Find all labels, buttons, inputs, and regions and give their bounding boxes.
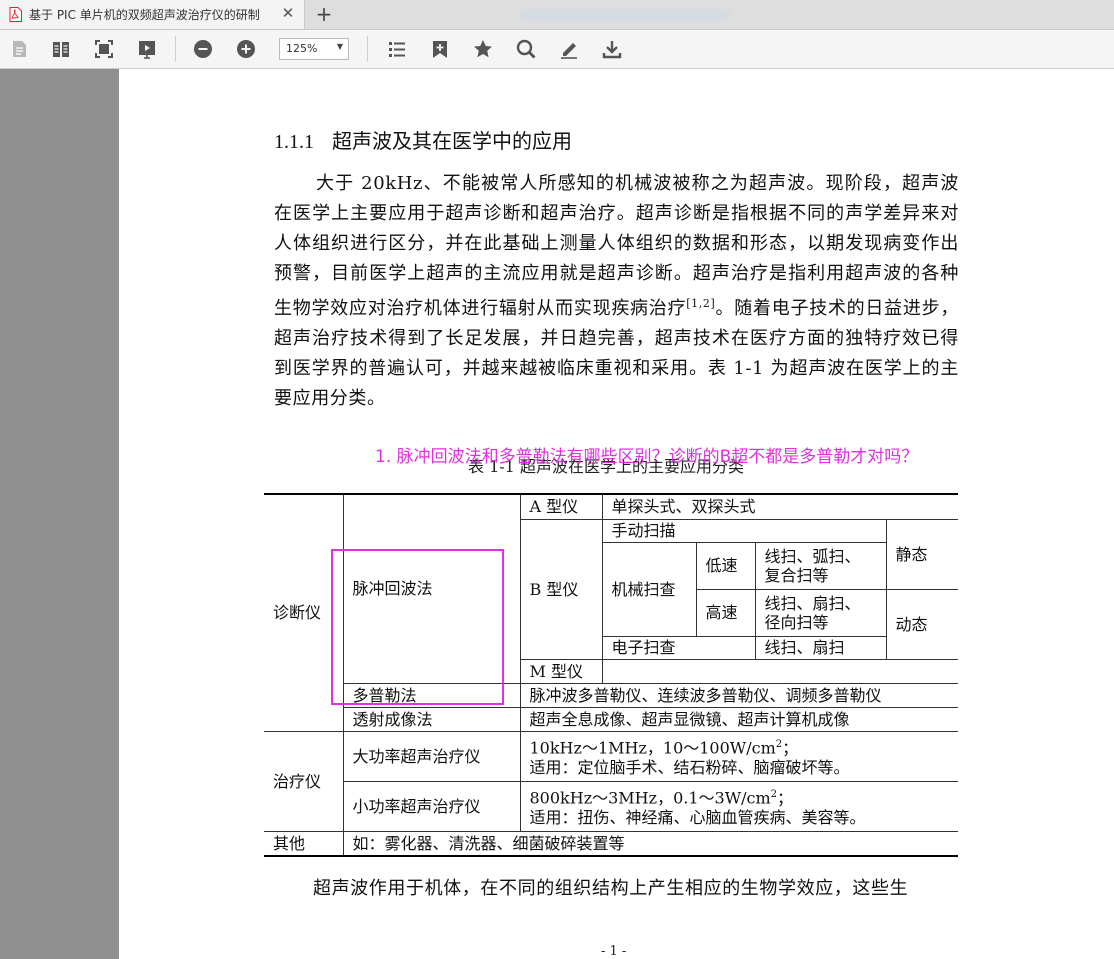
cell-line: 线扫、扇扫、 [764,593,861,613]
toolbar-separator [175,36,176,62]
document-tab[interactable]: 基于 PIC 单片机的双频超声波治疗仪的研制 ✕ [0,0,305,29]
table-cell: 低速 [695,541,756,590]
table-cell: 高速 [696,588,756,637]
zoom-in-icon[interactable] [235,38,257,60]
table-cell: M 型仪 [520,658,603,684]
table-cell: 线扫、扇扫 [754,635,887,660]
table-cell: 机械扫查 [602,541,697,637]
table-cell: A 型仪 [519,494,603,520]
download-icon[interactable] [601,38,623,60]
outline-list-icon[interactable] [386,38,408,60]
add-bookmark-icon[interactable] [429,38,451,60]
table-row: 其他 如：雾化器、清洗器、细菌破碎装置等 [264,830,958,856]
table-cell [601,658,958,684]
table-cell: 线扫、扇扫、 径向扫等 [754,588,887,637]
search-icon[interactable] [515,38,537,60]
toolbar-separator [367,36,368,62]
section-title: 超声波及其在医学中的应用 [332,129,572,153]
cell-line: ； [782,738,799,758]
table-cell: B 型仪 [520,518,603,660]
toolbar: 125% ▼ [0,30,1114,69]
table-row: 治疗仪 大功率超声治疗仪 10kHz～1MHz，10～100W/cm2； 适用：定… [264,730,958,832]
tab-bar: 基于 PIC 单片机的双频超声波治疗仪的研制 ✕ + [0,0,1114,30]
table-cell: 电子扫查 [602,635,756,660]
cell-line: 10kHz～1MHz，10～100W/cm [529,738,776,758]
fit-page-icon[interactable] [93,38,115,60]
table-cell: 超声全息成像、超声显微镜、超声计算机成像 [519,706,958,732]
table-cell: 治疗仪 [264,730,344,832]
table-cell: 小功率超声治疗仪 [343,780,521,832]
pdf-file-icon [9,7,22,22]
table-row: 诊断仪 脉冲回波法 A 型仪 单探头式、双探头式 [264,494,958,732]
close-tab-icon[interactable]: ✕ [280,4,296,22]
page-number: - 1 - [601,944,627,959]
table-row: 小功率超声治疗仪 800kHz～3MHz，0.1～3W/cm2； 适用：扭伤、神经… [264,780,958,832]
tab-title: 基于 PIC 单片机的双频超声波治疗仪的研制 [29,8,260,22]
table-cell: 脉冲波多普勒仪、连续波多普勒仪、调频多普勒仪 [519,682,958,708]
cell-line: ； [777,788,794,808]
section-heading: 1.1.1 超声波及其在医学中的应用 [274,125,572,154]
table-cell: 800kHz～3MHz，0.1～3W/cm2； 适用：扭伤、神经痛、心脑血管疾病、… [519,780,958,832]
cell-line: 适用：扭伤、神经痛、心脑血管疾病、美容等。 [529,807,866,827]
highlight-box-annotation[interactable] [331,549,504,705]
body-paragraph: 大于 20kHz、不能被常人所感知的机械波被称之为超声波。现阶段，超声波在医学上… [274,169,959,414]
zoom-out-icon[interactable] [192,38,214,60]
section-number: 1.1.1 [274,131,314,153]
viewer-gutter [0,69,119,959]
cell-line: 线扫、弧扫、 [764,546,861,566]
star-icon[interactable] [472,38,494,60]
cell-line: 复合扫等 [764,565,829,585]
cell-line: 径向扫等 [764,612,829,632]
table-cell: 其他 [264,830,344,856]
zoom-select[interactable]: 125% ▼ [279,38,349,60]
pdf-page: 1.1.1 超声波及其在医学中的应用 大于 20kHz、不能被常人所感知的机械波被… [119,69,1114,959]
zoom-value: 125% [286,42,318,55]
annotate-pen-icon[interactable] [558,38,580,60]
table-row: 透射成像法 超声全息成像、超声显微镜、超声计算机成像 [264,706,958,732]
table-cell: 静态 [885,518,958,590]
table-cell: 如：雾化器、清洗器、细菌破碎装置等 [342,830,958,856]
table-cell: 线扫、弧扫、 复合扫等 [754,541,887,590]
table-cell: 手动扫描 [601,518,887,543]
citation: [1,2] [686,297,716,310]
window-title-blurred [520,10,730,20]
table-cell: 动态 [885,588,958,660]
user-annotation-note[interactable]: 1. 脉冲回波法和多普勒法有哪些区别？诊断的B超不都是多普勒才对吗？ [375,442,918,467]
table-cell: 10kHz～1MHz，10～100W/cm2； 适用：定位脑手术、结石粉碎、脑瘤破… [519,730,958,782]
body-paragraph-continued: 超声波作用于机体，在不同的组织结构上产生相应的生物学效应，这些生 [313,878,909,899]
cell-line: 800kHz～3MHz，0.1～3W/cm [529,788,771,808]
new-tab-button[interactable]: + [313,2,335,26]
cell-line: 适用：定位脑手术、结石粉碎、脑瘤破坏等。 [529,757,850,777]
table-cell: 单探头式、双探头式 [601,494,958,520]
chevron-down-icon: ▼ [336,42,343,51]
page-icon[interactable] [8,38,30,60]
presentation-icon[interactable] [136,38,158,60]
table-cell: 大功率超声治疗仪 [342,730,521,782]
table-cell: 透射成像法 [343,706,521,732]
two-page-icon[interactable] [50,38,72,60]
